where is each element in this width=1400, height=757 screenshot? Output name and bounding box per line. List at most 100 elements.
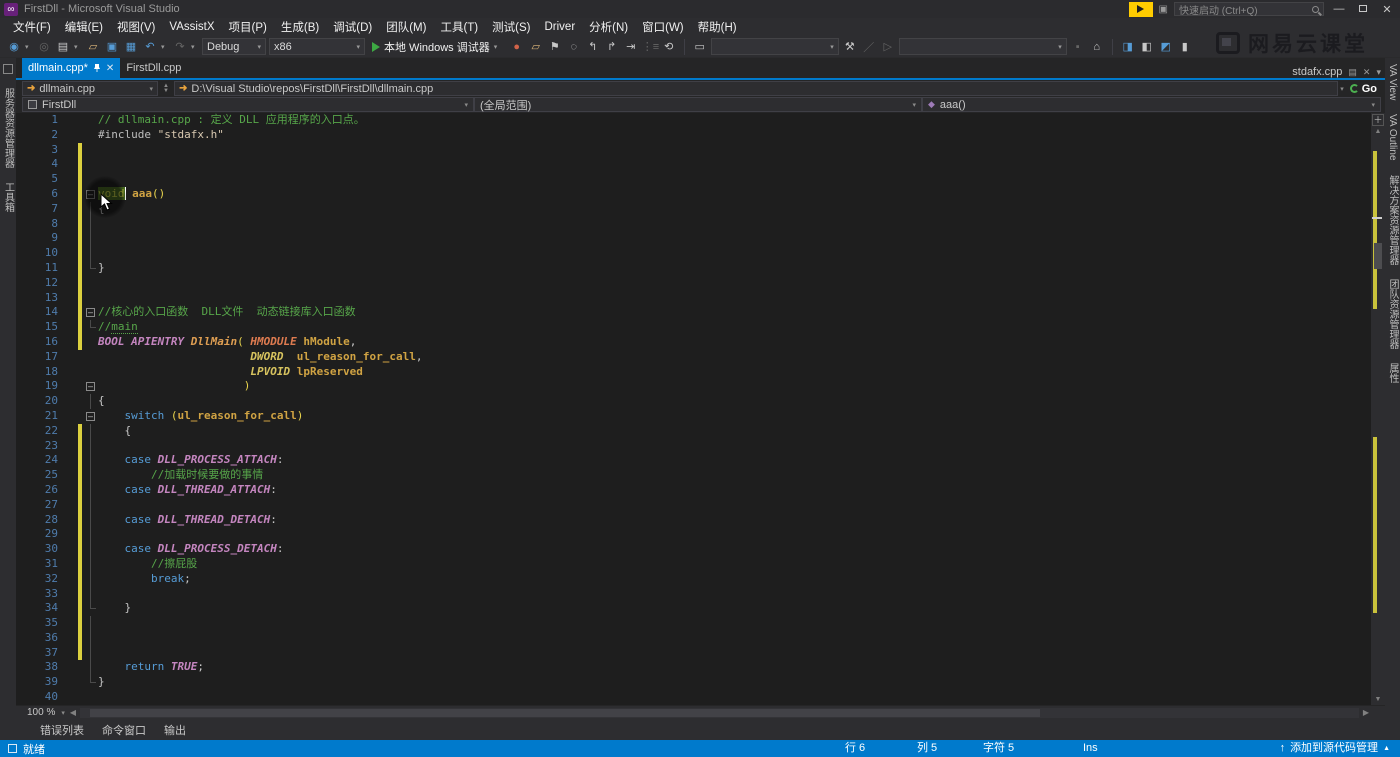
menu-item-n[interactable]: 分析(N) [582,18,635,36]
horizontal-scrollbar[interactable] [80,708,1359,718]
tab-stdafx-cpp[interactable]: stdafx.cpp [1292,66,1342,78]
menu-item-s[interactable]: 测试(S) [485,18,537,36]
menu-item-f[interactable]: 文件(F) [6,18,58,36]
code-line[interactable]: 6–void aaa() [22,187,1385,202]
code-line[interactable]: 18 LPVOID lpReserved [22,365,1385,380]
code-line[interactable]: 7{ [22,202,1385,217]
code-line[interactable]: 1// dllmain.cpp : 定义 DLL 应用程序的入口点。 [22,113,1385,128]
comment-icon[interactable]: ▭ [692,40,708,53]
menu-item-v[interactable]: 视图(V) [110,18,162,36]
save-all-icon[interactable]: ▦ [123,40,139,53]
close-group-icon[interactable]: ✕ [1363,67,1371,78]
find-symbol-icon[interactable]: ⌂ [1089,41,1105,53]
va-refactor-icon[interactable]: ⚒ [842,40,858,53]
redo-icon[interactable]: ↷ [172,40,188,53]
scroll-right-icon[interactable]: ▶ [1363,708,1369,717]
menu-item-driver[interactable]: Driver [537,18,582,36]
tool-tab-right[interactable]: 解决方案资源管理器 [1385,175,1400,265]
navigate-back-icon[interactable]: ◉ [6,40,22,53]
navigate-to-icon[interactable]: ◌ [566,41,582,53]
code-line[interactable]: 40 [22,690,1385,705]
add-item-icon[interactable]: ▱ [528,40,544,53]
attributes-icon[interactable]: ⋮≡ [642,40,658,53]
code-line[interactable]: 4 [22,157,1385,172]
fold-margin[interactable]: – [86,187,98,202]
code-line[interactable]: 27 [22,498,1385,513]
redo-dropdown[interactable]: ▾ [191,43,199,51]
code-line[interactable]: 33 [22,587,1385,602]
fold-margin[interactable]: – [86,305,98,320]
collapse-icon[interactable]: – [86,382,95,391]
code-line[interactable]: 9 [22,231,1385,246]
find-in-files-icon[interactable]: ⚑ [547,40,563,53]
project-dropdown[interactable]: FirstDll ▾ [22,97,474,112]
horizontal-thumb[interactable] [90,709,1040,717]
code-editor[interactable]: 1// dllmain.cpp : 定义 DLL 应用程序的入口点。2#incl… [16,113,1385,705]
code-line[interactable]: 16BOOL APIENTRY DllMain( HMODULE hModule… [22,335,1385,350]
code-line[interactable]: 21– switch (ul_reason_for_call) [22,409,1385,424]
navigate-forward-icon[interactable]: ◎ [36,40,52,53]
menu-item-b[interactable]: 生成(B) [274,18,326,36]
code-line[interactable]: 23 [22,439,1385,454]
va-goto-combobox[interactable]: ▾ [899,38,1067,55]
undo-icon[interactable]: ↶ [142,40,158,53]
code-line[interactable]: 25 //加载时候要做的事情 [22,468,1385,483]
member-dropdown[interactable]: ◆ aaa() ▾ [922,97,1381,112]
compare-files-icon[interactable]: ◨ [1120,40,1136,53]
scrollbar-thumb[interactable] [1374,243,1382,269]
quick-launch-input[interactable]: 快速启动 (Ctrl+Q) [1174,2,1324,16]
scroll-down-icon[interactable]: ▼ [1375,695,1382,705]
code-line[interactable]: 10 [22,246,1385,261]
code-line[interactable]: 24 case DLL_PROCESS_ATTACH: [22,453,1385,468]
code-line[interactable]: 14–//核心的入口函数 DLL文件 动态链接库入口函数 [22,305,1385,320]
scrollbar-track[interactable] [1371,137,1385,695]
code-line[interactable]: 2#include "stdafx.h" [22,128,1385,143]
fold-margin[interactable]: – [86,379,98,394]
menu-item-h[interactable]: 帮助(H) [691,18,744,36]
menu-item-d[interactable]: 调试(D) [326,18,379,36]
pin-icon[interactable] [93,64,101,72]
tab-firstdll-cpp[interactable]: FirstDll.cpp [120,58,187,78]
code-line[interactable]: 26 case DLL_THREAD_ATTACH: [22,483,1385,498]
solution-config-combobox[interactable]: Debug ▾ [202,38,266,55]
step-into-icon[interactable]: ↰ [585,40,601,53]
tool-tab-right[interactable]: 团队资源管理器 [1385,279,1400,349]
save-icon[interactable]: ▣ [104,40,120,53]
tool-tab-right[interactable]: VA Outline [1387,114,1398,161]
tool-tab-right[interactable]: VA View [1387,64,1398,100]
collapse-icon[interactable]: – [86,190,95,199]
code-line[interactable]: 20{ [22,394,1385,409]
sync-icon[interactable]: ◩ [1158,40,1174,53]
feedback-icon[interactable]: ▣ [1159,4,1168,15]
new-file-icon[interactable]: ▤ [55,40,71,53]
notifications-flag-button[interactable] [1129,2,1153,17]
panel-tab[interactable]: 输出 [164,722,186,738]
code-line[interactable]: 36 [22,631,1385,646]
indent-icon[interactable]: ⇥ [623,40,639,53]
menu-item-m[interactable]: 团队(M) [379,18,433,36]
list-icon[interactable]: ▪ [1070,41,1086,53]
collapse-icon[interactable]: – [86,308,95,317]
minimize-button[interactable]: — [1330,3,1348,15]
code-line[interactable]: 37 [22,646,1385,661]
panel-tab[interactable]: 错误列表 [40,722,84,738]
new-file-dropdown[interactable]: ▾ [74,43,82,51]
file-dropdown[interactable]: ➜ dllmain.cpp ▾ [22,81,158,96]
split-editor-button[interactable]: ＋ [1372,114,1384,126]
breakpoint-icon[interactable]: ● [509,41,525,53]
code-line[interactable]: 31 //擦屁股 [22,557,1385,572]
code-line[interactable]: 29 [22,527,1385,542]
tool-tab-left[interactable]: 工具箱 [1,182,16,212]
add-to-source-control-button[interactable]: ↑ 添加到源代码管理 ▲ [1280,740,1390,757]
start-debugging-button[interactable]: 本地 Windows 调试器 ▾ [368,39,506,55]
menu-item-e[interactable]: 编辑(E) [58,18,110,36]
file-spinner[interactable]: ▲▼ [160,84,172,94]
code-line[interactable]: 17 DWORD ul_reason_for_call, [22,350,1385,365]
close-tab-icon[interactable]: ✕ [106,63,114,74]
tab-list-dropdown-icon[interactable]: ▾ [1376,67,1381,78]
zoom-dropdown[interactable]: 100 % ▾ [22,706,70,719]
code-line[interactable]: 22 { [22,424,1385,439]
open-file-icon[interactable]: ▱ [85,40,101,53]
scope-dropdown[interactable]: (全局范围) ▾ [474,97,922,112]
panel-tab[interactable]: 命令窗口 [102,722,146,738]
